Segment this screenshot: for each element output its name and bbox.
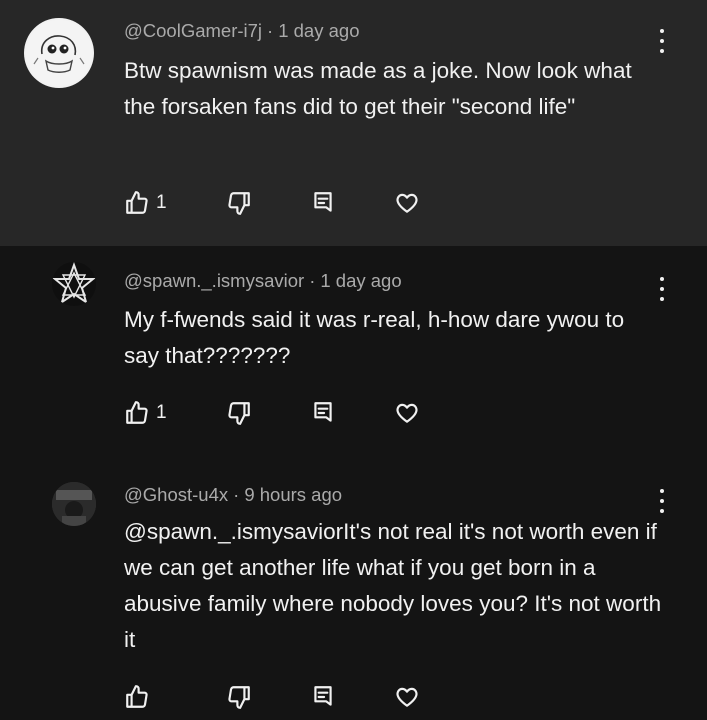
comment-actions: 1 — [124, 188, 434, 218]
heart-button[interactable] — [394, 684, 434, 710]
like-count: 1 — [156, 192, 167, 213]
thumbs-down-icon — [228, 192, 250, 215]
reply-icon — [314, 686, 332, 706]
like-count: 1 — [156, 402, 167, 423]
reply-button[interactable] — [310, 400, 394, 426]
thumbs-down-icon — [228, 402, 250, 425]
reply-button[interactable] — [310, 190, 394, 216]
heart-icon — [396, 403, 418, 423]
reply-button[interactable] — [310, 684, 394, 710]
comment-time[interactable]: 1 day ago — [278, 20, 359, 41]
heart-button[interactable] — [394, 400, 434, 426]
comment-text: @spawn._.ismysaviorIt's not real it's no… — [124, 519, 662, 652]
comment-meta: @Ghost-u4x · 9 hours ago — [124, 484, 342, 506]
comment-text: My f-fwends said it was r-real, h-how da… — [124, 307, 625, 368]
avatar[interactable] — [52, 262, 96, 306]
heart-button[interactable] — [394, 190, 434, 216]
heart-icon — [396, 687, 418, 707]
comment-actions — [124, 682, 434, 712]
thumbs-down-icon — [228, 686, 250, 709]
comment-meta: @spawn._.ismysavior · 1 day ago — [124, 270, 402, 292]
thumbs-up-icon — [126, 401, 148, 424]
author-handle[interactable]: @Ghost-u4x — [124, 484, 228, 505]
like-button[interactable] — [124, 684, 204, 710]
more-options-icon[interactable] — [650, 486, 674, 516]
separator-dot: · — [309, 270, 316, 291]
avatar[interactable] — [52, 482, 96, 526]
more-options-icon[interactable] — [650, 26, 674, 56]
reply-icon — [314, 402, 332, 422]
comment-time[interactable]: 1 day ago — [320, 270, 401, 291]
pentagram-icon — [52, 262, 96, 305]
separator-dot: · — [267, 20, 274, 41]
comment-meta: @CoolGamer-i7j · 1 day ago — [124, 20, 359, 42]
comment-text: Btw spawnism was made as a joke. Now loo… — [124, 58, 632, 119]
thumbs-up-icon — [126, 685, 148, 708]
author-handle[interactable]: @spawn._.ismysavior — [124, 270, 304, 291]
like-button[interactable]: 1 — [124, 400, 204, 426]
separator-dot: · — [233, 484, 240, 505]
more-options-icon[interactable] — [650, 274, 674, 304]
like-button[interactable]: 1 — [124, 190, 204, 216]
comment-time[interactable]: 9 hours ago — [244, 484, 342, 505]
dislike-button[interactable] — [226, 684, 310, 710]
comment-actions: 1 — [124, 398, 434, 428]
dislike-button[interactable] — [226, 190, 310, 216]
author-handle[interactable]: @CoolGamer-i7j — [124, 20, 262, 41]
dislike-button[interactable] — [226, 400, 310, 426]
thumbs-up-icon — [126, 191, 148, 214]
avatar[interactable] — [24, 18, 94, 88]
dark-photo-icon — [52, 482, 96, 526]
heart-icon — [396, 193, 418, 213]
reply-icon — [314, 192, 332, 212]
doodle-face-icon — [26, 20, 92, 86]
